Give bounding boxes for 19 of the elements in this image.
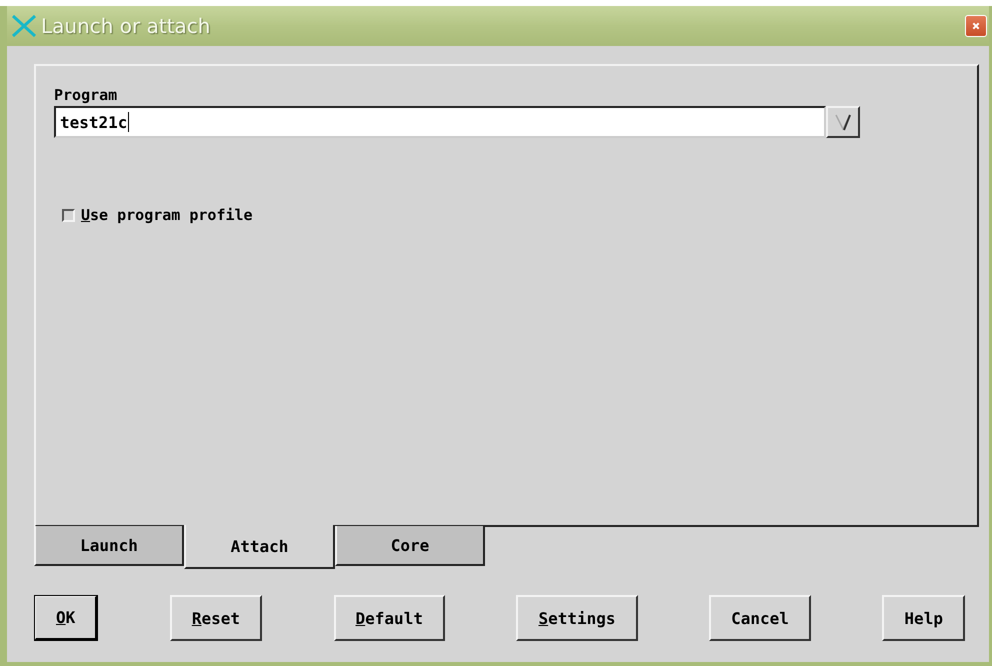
dialog-button[interactable]: Reset — [170, 595, 262, 641]
dropdown-button[interactable] — [826, 106, 860, 138]
program-field[interactable]: test21c — [54, 106, 826, 138]
close-button[interactable] — [965, 15, 987, 37]
x-logo-icon — [11, 14, 37, 38]
dialog-button[interactable]: Cancel — [709, 595, 811, 641]
dialog-button[interactable]: Help — [882, 595, 965, 641]
checkbox[interactable] — [62, 208, 75, 222]
window-title: Launch or attach — [41, 14, 212, 38]
dialog-button[interactable]: Settings — [516, 595, 638, 641]
tab[interactable]: Attach — [184, 525, 335, 569]
tab[interactable]: Launch — [34, 526, 184, 566]
program-label: Program — [54, 86, 118, 104]
dialog-button[interactable]: OK — [34, 595, 98, 641]
dialog-button[interactable]: Default — [334, 595, 445, 641]
triangle-icon — [834, 112, 852, 132]
tab[interactable]: Core — [335, 526, 485, 566]
close-icon — [972, 20, 980, 32]
checkbox-label[interactable]: Use program profile — [81, 206, 253, 224]
